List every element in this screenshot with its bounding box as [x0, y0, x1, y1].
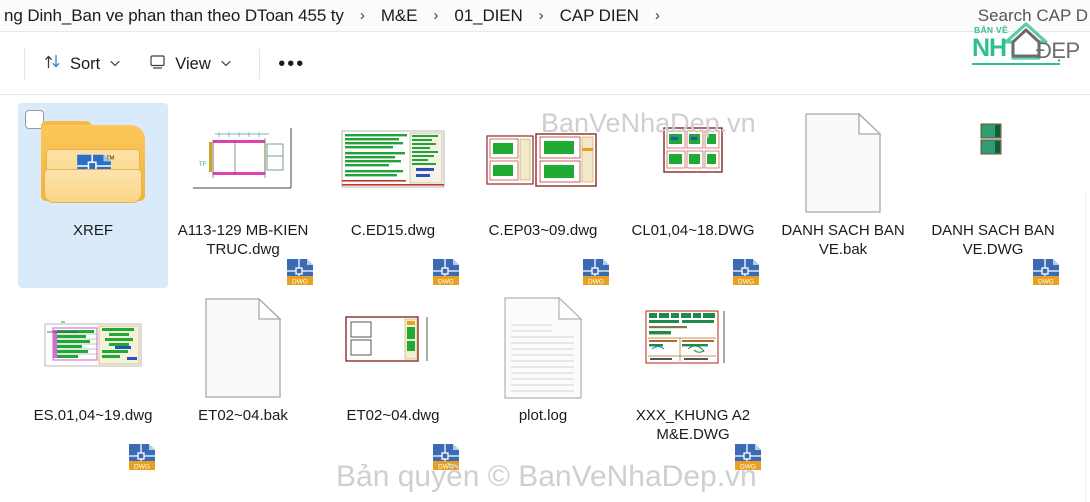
file-item-a113-129[interactable]: TF DWG A113-129 MB-KIEN TRUC.dwg [168, 103, 318, 288]
view-button-label: View [175, 54, 211, 73]
cad-preview-stack-icon [484, 128, 602, 198]
thumbnail [328, 294, 458, 402]
file-name: DANH SACH BAN VE.DWG [931, 222, 1055, 258]
breadcrumb-item-2[interactable]: 01_DIEN [452, 3, 524, 29]
svg-text:DWG: DWG [438, 279, 454, 286]
file-name: ES.01,04~19.dwg [33, 407, 153, 424]
site-logo: BẢN VẼ NH ĐẸP [972, 22, 1082, 68]
cad-titleblock-preview-icon [645, 310, 725, 364]
chevron-down-icon-view [221, 58, 231, 70]
toolbar-divider-left [24, 49, 25, 79]
blank-document-icon [205, 298, 281, 398]
toolbar: Sort View ••• [0, 33, 1090, 95]
dwg-badge-icon: DWG [432, 258, 460, 286]
file-item-danh-sach-ban-ve-bak[interactable]: DANH SACH BAN VE.bak [768, 103, 918, 288]
see-more-button[interactable]: ••• [272, 47, 312, 81]
address-bar-divider [0, 31, 1090, 32]
chevron-down-icon-sort [110, 58, 120, 70]
text-document-icon [504, 297, 582, 399]
thumbnail [478, 109, 608, 217]
thumbnail: TF [178, 109, 308, 217]
file-name: ET02~04.dwg [346, 407, 440, 424]
file-item-et02-04-bak[interactable]: ET02~04.bak [168, 288, 318, 473]
file-item-c-ed15[interactable]: DWG C.ED15.dwg [318, 103, 468, 288]
svg-text:DWG: DWG [1038, 279, 1054, 286]
address-bar[interactable]: ng Dinh_Ban ve phan than theo DToan 455 … [0, 0, 1090, 32]
breadcrumb-item-0[interactable]: ng Dinh_Ban ve phan than theo DToan 455 … [2, 3, 346, 29]
breadcrumb-chevron-icon-2: › [538, 7, 544, 24]
logo-nh-text: NH [972, 34, 1007, 62]
thumbnail [628, 109, 758, 217]
dwg-badge-icon: DWG [582, 258, 610, 286]
svg-text:DWG: DWG [740, 464, 756, 471]
file-explorer-window: ng Dinh_Ban ve phan than theo DToan 455 … [0, 0, 1090, 502]
file-item-xref[interactable]: TM XREF [18, 103, 168, 288]
file-name: DANH SACH BAN VE.bak [781, 222, 905, 258]
thumbnail: TM [28, 109, 158, 217]
folder-icon: TM [41, 121, 145, 205]
file-name: plot.log [518, 407, 568, 424]
breadcrumb-chevron-icon-0: › [359, 7, 365, 24]
svg-text:DWG: DWG [292, 279, 308, 286]
file-item-c-ep03-09[interactable]: DWG C.EP03~09.dwg [468, 103, 618, 288]
thumbnail [478, 294, 608, 402]
file-item-plot-log[interactable]: plot.log [468, 288, 618, 473]
logo-dep-text: ĐẸP [1036, 38, 1080, 63]
breadcrumb-chevron-icon-3: › [654, 7, 660, 24]
blank-document-icon [805, 113, 881, 213]
breadcrumb: ng Dinh_Ban ve phan than theo DToan 455 … [2, 0, 674, 32]
breadcrumb-chevron-icon-1: › [433, 7, 439, 24]
cad-preview-icon: TF [191, 126, 295, 200]
svg-text:DWG: DWG [438, 464, 454, 471]
monitor-icon [148, 52, 167, 76]
logo-underline [972, 63, 1060, 65]
file-name: XREF [72, 222, 113, 239]
file-item-danh-sach-ban-ve-dwg[interactable]: DWG DANH SACH BAN VE.DWG [918, 103, 1068, 288]
toolbar-divider [258, 49, 260, 79]
dwg-badge-icon: DWG [734, 443, 762, 471]
file-list-area[interactable]: TM XREF TF DWG A113-129 MB-KIEN TRUC.dwg… [0, 95, 1090, 502]
thumbnail [628, 294, 758, 402]
dwg-badge-icon: DWG [1032, 258, 1060, 286]
thumbnail [778, 109, 908, 217]
file-grid: TM XREF TF DWG A113-129 MB-KIEN TRUC.dwg… [0, 95, 1090, 473]
see-more-icon: ••• [278, 53, 306, 75]
svg-text:TF: TF [199, 162, 207, 168]
svg-text:TM: TM [106, 155, 114, 161]
svg-text:DWG: DWG [588, 279, 604, 286]
thumbnail [178, 294, 308, 402]
breadcrumb-item-1[interactable]: M&E [379, 3, 420, 29]
thumbnail [28, 294, 158, 402]
file-item-xxx-khung-a2[interactable]: DWG XXX_KHUNG A2 M&E.DWG [618, 288, 768, 473]
sort-arrows-icon [43, 52, 62, 76]
file-name: A113-129 MB-KIEN TRUC.dwg [177, 222, 309, 258]
file-item-cl01-04-18[interactable]: DWG CL01,04~18.DWG [618, 103, 768, 288]
dwg-badge-icon: DWG [286, 258, 314, 286]
breadcrumb-item-3[interactable]: CAP DIEN [558, 3, 641, 29]
vertical-scrollbar[interactable] [1085, 190, 1090, 502]
cad-preview-icon [41, 318, 145, 378]
cad-preview-icon [980, 123, 1002, 155]
view-button[interactable]: View [138, 47, 240, 81]
thumbnail [928, 109, 1058, 217]
dwg-badge-icon: DWG [432, 443, 460, 471]
cad-preview-icon [345, 316, 428, 362]
file-item-et02-04-dwg[interactable]: DWG ET02~04.dwg [318, 288, 468, 473]
svg-text:DWG: DWG [738, 279, 754, 286]
file-name: CL01,04~18.DWG [631, 222, 755, 239]
svg-text:DWG: DWG [134, 464, 150, 471]
dwg-badge-icon: DWG [732, 258, 760, 286]
file-name: XXX_KHUNG A2 M&E.DWG [635, 407, 751, 443]
file-name: ET02~04.bak [198, 407, 288, 424]
cad-preview-icon [663, 127, 723, 173]
sort-button-label: Sort [70, 54, 101, 73]
dwg-badge-icon: DWG [128, 443, 156, 471]
file-item-es01-04-19[interactable]: DWG ES.01,04~19.dwg [18, 288, 168, 473]
cad-preview-icon [338, 128, 448, 198]
thumbnail [328, 109, 458, 217]
file-name: C.EP03~09.dwg [488, 222, 598, 239]
sort-button[interactable]: Sort [33, 47, 130, 81]
file-name: C.ED15.dwg [350, 222, 436, 239]
